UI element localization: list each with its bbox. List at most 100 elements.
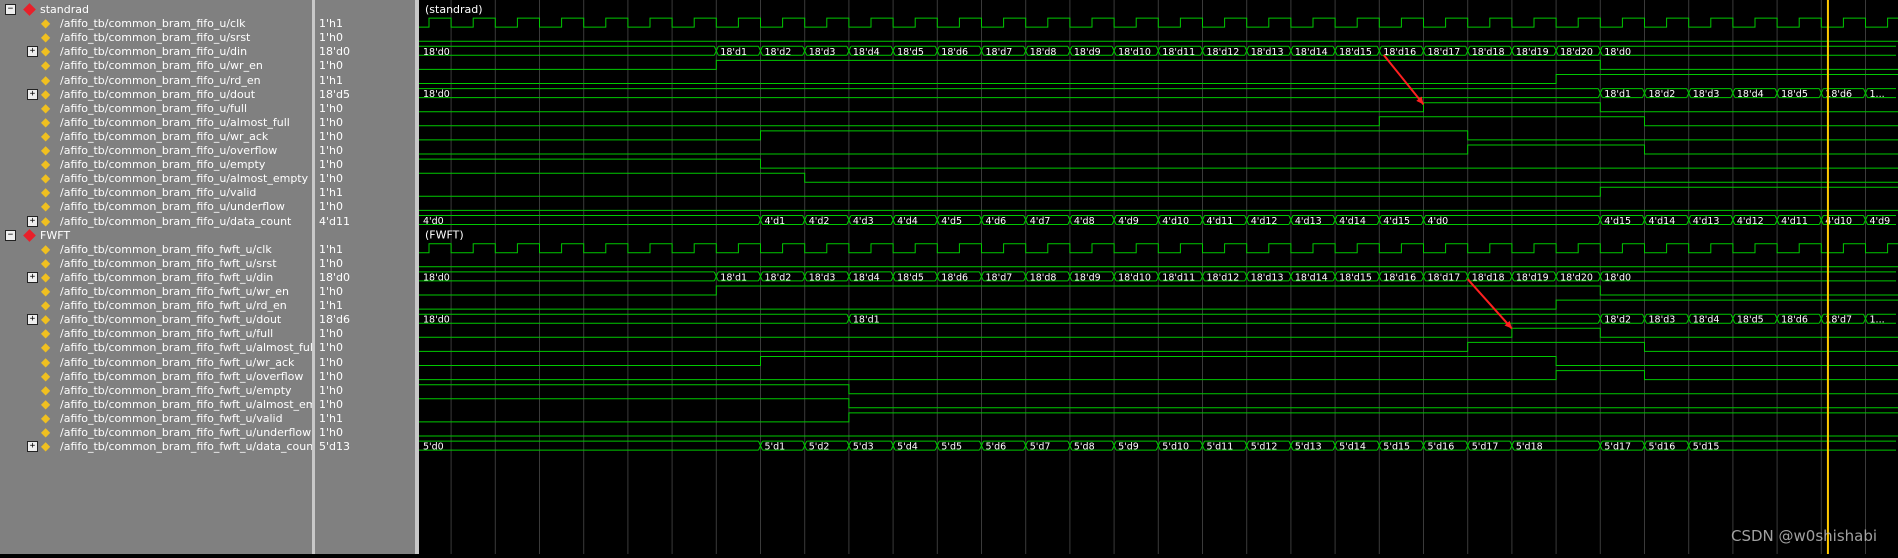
bus-segment: 18'd6	[934, 45, 980, 58]
bus-value-label: 18'd0	[423, 272, 450, 283]
bus-value-label: 5'd13	[1295, 442, 1322, 453]
bus-segment: 18'd15	[1332, 45, 1378, 58]
bus-value-label: 5'd17	[1472, 442, 1499, 453]
bus-segment: 18'd0	[1597, 271, 1896, 283]
bus-segment: 5'd7	[1023, 440, 1068, 453]
bus-value-label: 4'd1	[765, 216, 786, 227]
bus-segment: 18'd17	[1421, 271, 1466, 283]
bus-value-label: 1...	[1870, 315, 1885, 326]
bus-segment: 18'd6	[1774, 313, 1820, 326]
bus-value-label: 5'd14	[1339, 442, 1366, 453]
bus-value-label: 18'd10	[1118, 272, 1151, 283]
bus-segment: 18'd2	[1642, 88, 1687, 100]
bus-value-label: 4'd15	[1604, 216, 1631, 227]
bus-segment: 5'd4	[890, 440, 936, 453]
bus-segment: 18'd6	[1818, 88, 1864, 100]
bus-value-label: 18'd13	[1251, 272, 1284, 283]
bus-segment: 18'd5	[1774, 88, 1820, 100]
bus-segment: 4'd12	[1730, 215, 1776, 227]
bus-segment: 18'd1	[846, 313, 1599, 326]
waveform-canvas[interactable]: (standrad) 18'd0 18'd1 18'd2 18'd3 18'd4 18'd5…	[419, 0, 1898, 554]
bus-value-label: 18'd5	[897, 47, 924, 58]
bus-value-label: 18'd20	[1560, 272, 1593, 283]
bus-segment: 18'd16	[1376, 271, 1422, 283]
bus-value-label: 4'd3	[853, 216, 874, 227]
bus-segment: 5'd10	[1155, 440, 1201, 453]
bus-segment: 4'd5	[934, 215, 980, 227]
bus-value-label: 18'd7	[986, 47, 1013, 58]
bus-segment: 5'd15	[1686, 440, 1896, 453]
bus-segment: 18'd9	[1067, 45, 1113, 58]
bus-segment: 1...	[1863, 313, 1896, 326]
bus-value-label: 5'd3	[853, 442, 874, 453]
bus-value-label: 18'd14	[1295, 47, 1328, 58]
bus-value-label: 5'd4	[897, 442, 918, 453]
bus-segment: 5'd18	[1509, 440, 1599, 453]
bus-value-label: 18'd20	[1560, 47, 1593, 58]
bus-segment: 18'd1	[713, 45, 759, 58]
bus-value-label: 18'd0	[423, 315, 450, 326]
clock-wave	[419, 243, 1898, 254]
watermark: CSDN @w0shishabi	[1731, 527, 1877, 545]
expand-icon[interactable]: +	[27, 88, 38, 100]
bus-segment: 4'd11	[1774, 215, 1820, 227]
bus-value-label: 18'd15	[1339, 47, 1372, 58]
bus-segment: 18'd0	[419, 45, 715, 58]
bus-segment: 18'd0	[419, 271, 715, 283]
bus-segment: 4'd15	[1597, 215, 1643, 227]
signal-values-pane: 1'h1 1'h0 18'd0 1'h0 1'h1 18'd5 1'h0 1'h0 1'h0 1'…	[315, 0, 415, 554]
bus-value-label: 4'd11	[1207, 216, 1234, 227]
bus-value-label: 18'd3	[809, 47, 836, 58]
bus-value-label: 18'd6	[941, 272, 968, 283]
annotation-arrow	[1466, 278, 1513, 330]
bus-segment: 18'd0	[419, 313, 847, 326]
signal-names-pane: − standrad ◆/afifo_tb/common_bram_fifo_u/c…	[0, 0, 334, 554]
bus-segment: 4'd15	[1376, 215, 1422, 227]
bus-segment: 18'd5	[890, 45, 936, 58]
bus-segment: 18'd20	[1553, 45, 1599, 58]
bus-value-label: 4'd14	[1339, 216, 1366, 227]
bus-value-label: 18'd8	[1030, 47, 1057, 58]
bus-value-label: 5'd10	[1162, 442, 1189, 453]
bus-segment: 18'd1	[1597, 88, 1643, 100]
expand-icon[interactable]: +	[27, 441, 38, 453]
bus-value-label: 18'd17	[1428, 272, 1461, 283]
bus-value-label: 18'd11	[1162, 272, 1195, 283]
expand-icon[interactable]: +	[27, 271, 38, 283]
signal-icon: ◆	[41, 439, 51, 454]
bus-value-label: 5'd9	[1118, 442, 1139, 453]
bus-segment: 18'd12	[1200, 271, 1245, 283]
bus-segment: 18'd19	[1509, 45, 1555, 58]
expand-icon[interactable]: +	[27, 215, 38, 227]
bus-segment: 18'd4	[846, 45, 892, 58]
bus-value-label: 5'd5	[941, 442, 962, 453]
collapse-icon[interactable]: −	[5, 229, 16, 241]
bus-segment: 4'd1	[758, 215, 803, 227]
bus-value-label: 4'd0	[423, 216, 444, 227]
bus-segment: 18'd14	[1288, 45, 1334, 58]
bus-value-label: 18'd3	[1649, 315, 1676, 326]
annotation-arrow	[1382, 54, 1425, 105]
waveform-pane[interactable]: (standrad) 18'd0 18'd1 18'd2 18'd3 18'd4 18'd5…	[419, 0, 1898, 554]
bus-segment: 18'd10	[1111, 45, 1157, 58]
bus-value-label: 18'd1	[853, 315, 880, 326]
bus-segment: 5'd8	[1067, 440, 1113, 453]
bus-segment: 4'd10	[1155, 215, 1201, 227]
bus-value-label: 4'd8	[1074, 216, 1095, 227]
bus-segment: 18'd15	[1332, 271, 1378, 283]
expand-icon[interactable]: +	[27, 46, 38, 58]
bus-segment: 18'd13	[1244, 45, 1289, 58]
bus-value-label: 18'd3	[809, 272, 836, 283]
expand-icon[interactable]: +	[27, 314, 38, 326]
bus-value-label: 18'd19	[1516, 272, 1549, 283]
bus-value-label: 4'd12	[1737, 216, 1764, 227]
bus-value-label: 18'd16	[1383, 47, 1416, 58]
bus-value-label: 5'd16	[1649, 442, 1676, 453]
group-diamond-icon	[23, 3, 36, 16]
bus-segment: 4'd10	[1818, 215, 1864, 227]
bus-segment: 18'd8	[1023, 271, 1068, 283]
collapse-icon[interactable]: −	[5, 4, 16, 15]
bus-segment: 18'd20	[1553, 271, 1599, 283]
bus-segment: 18'd3	[1642, 313, 1687, 326]
bus-value-label: 18'd4	[1693, 315, 1720, 326]
